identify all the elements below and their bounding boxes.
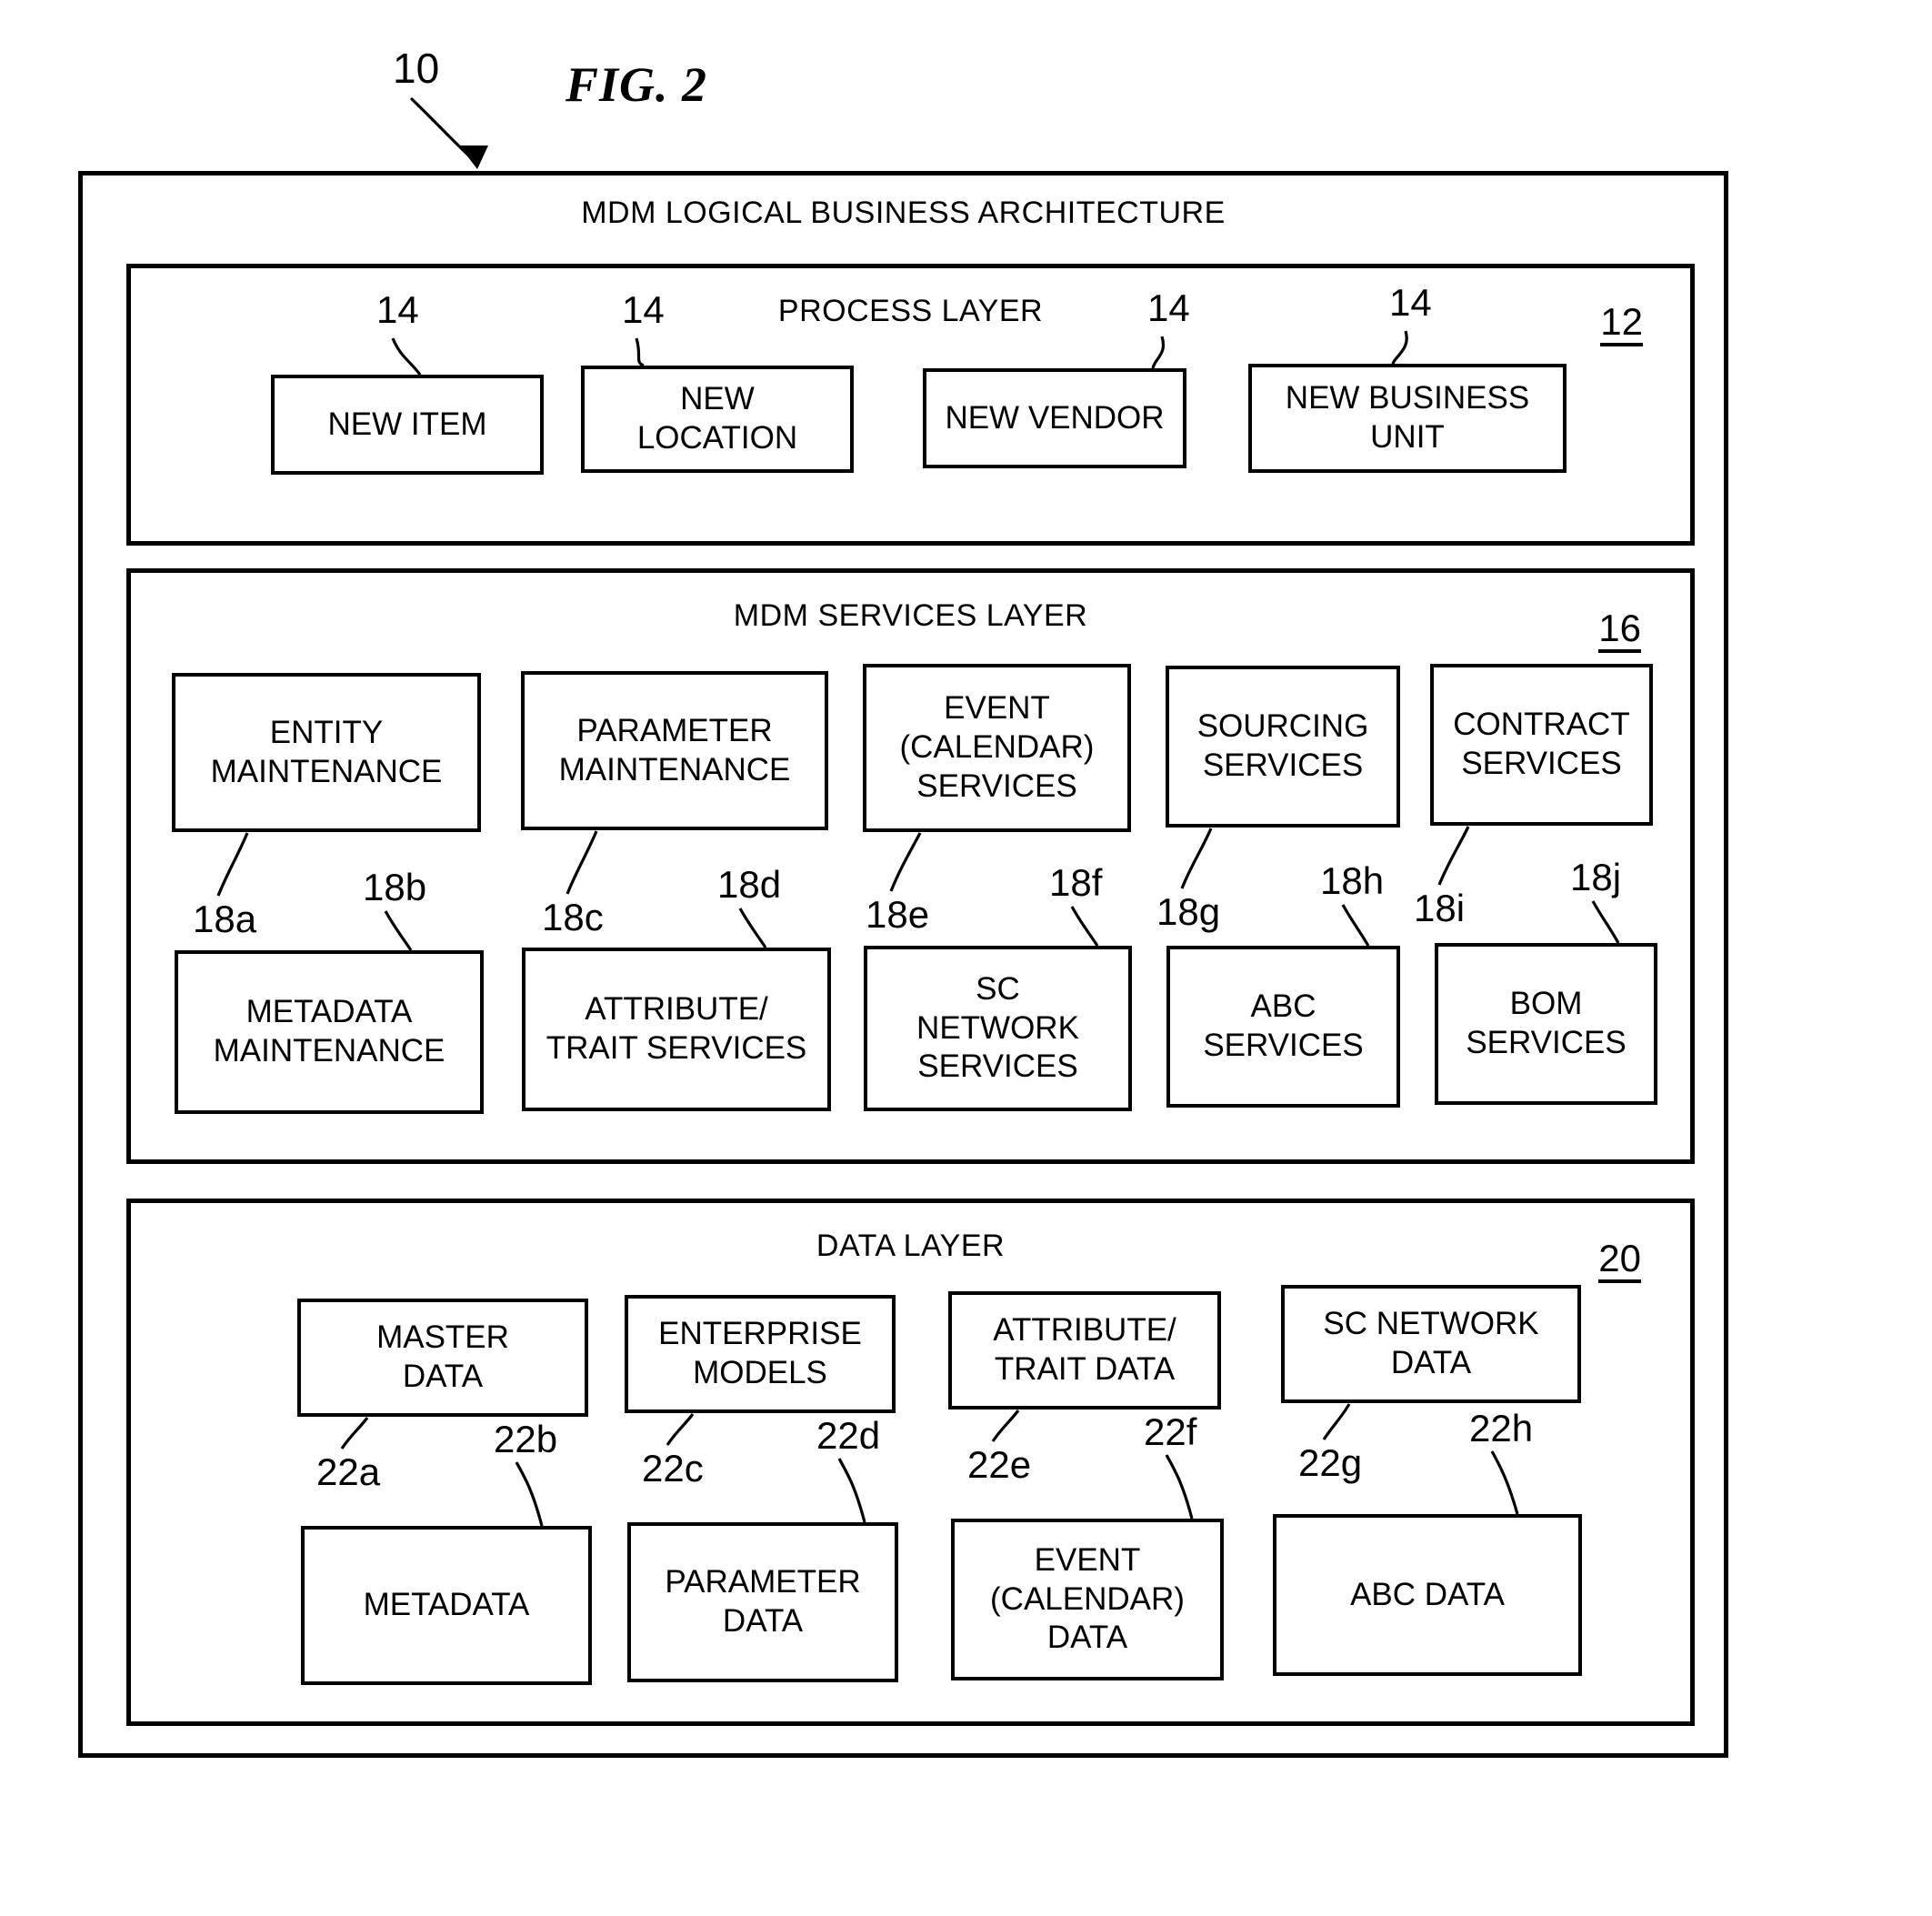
node-line: UNIT bbox=[1370, 419, 1445, 455]
data-node-parameter-data[interactable]: PARAMETER DATA bbox=[627, 1522, 898, 1682]
service-node-event-calendar-services[interactable]: EVENT (CALENDAR) SERVICES bbox=[863, 664, 1131, 832]
data-layer-title: DATA LAYER bbox=[816, 1229, 1006, 1263]
node-line: ABC DATA bbox=[1350, 1576, 1505, 1612]
data-node-sc-network-data[interactable]: SC NETWORK DATA bbox=[1281, 1285, 1581, 1403]
reference-numeral-14-b: 14 bbox=[622, 288, 665, 331]
reference-numeral-18e: 18e bbox=[866, 893, 930, 936]
node-line: SERVICES bbox=[917, 1048, 1078, 1085]
reference-numeral-18b: 18b bbox=[363, 866, 427, 908]
node-line: SERVICES bbox=[1466, 1025, 1627, 1060]
reference-numeral-22e: 22e bbox=[967, 1443, 1032, 1486]
node-line: NEW BUSINESS bbox=[1285, 380, 1530, 416]
reference-numeral-18i: 18i bbox=[1414, 887, 1466, 929]
data-layer-ref: 20 bbox=[1598, 1239, 1641, 1283]
data-node-attribute-trait-data[interactable]: ATTRIBUTE/ TRAIT DATA bbox=[948, 1291, 1221, 1409]
reference-numeral-18g: 18g bbox=[1156, 890, 1221, 933]
node-line: SC bbox=[976, 970, 1020, 1007]
reference-numeral-18h: 18h bbox=[1320, 859, 1385, 902]
data-node-event-calendar-data[interactable]: EVENT (CALENDAR) DATA bbox=[951, 1519, 1224, 1680]
service-node-bom-services[interactable]: BOM SERVICES bbox=[1435, 943, 1657, 1105]
node-line: MODELS bbox=[693, 1355, 827, 1390]
process-node-new-location[interactable]: NEW LOCATION bbox=[581, 366, 854, 473]
reference-numeral-22c: 22c bbox=[642, 1447, 704, 1490]
reference-numeral-18j: 18j bbox=[1570, 856, 1622, 898]
node-line: TRAIT DATA bbox=[994, 1351, 1176, 1387]
node-line: NETWORK bbox=[916, 1009, 1079, 1046]
node-line: DATA bbox=[402, 1359, 484, 1394]
reference-numeral-10: 10 bbox=[393, 45, 440, 92]
reference-numeral-18c: 18c bbox=[542, 896, 604, 938]
node-line: CONTRACT bbox=[1453, 707, 1630, 743]
reference-numeral-14-a: 14 bbox=[376, 288, 419, 331]
node-line: (CALENDAR) bbox=[899, 729, 1095, 766]
node-line: BOM bbox=[1509, 986, 1583, 1022]
reference-numeral-18a: 18a bbox=[193, 898, 257, 940]
node-line: NEW bbox=[680, 381, 755, 417]
figure-title: FIG. 2 bbox=[565, 57, 708, 112]
process-layer-ref: 12 bbox=[1600, 303, 1643, 346]
node-line: LOCATION bbox=[636, 420, 798, 456]
data-node-abc-data[interactable]: ABC DATA bbox=[1273, 1514, 1582, 1676]
node-line: SERVICES bbox=[1202, 747, 1364, 783]
service-node-parameter-maintenance[interactable]: PARAMETER MAINTENANCE bbox=[521, 671, 828, 830]
reference-numeral-22g: 22g bbox=[1298, 1441, 1363, 1484]
data-node-metadata[interactable]: METADATA bbox=[301, 1526, 592, 1685]
node-line: SOURCING bbox=[1196, 708, 1369, 745]
node-line: ATTRIBUTE/ bbox=[993, 1312, 1176, 1349]
reference-numeral-22h: 22h bbox=[1469, 1407, 1534, 1450]
node-line: MASTER bbox=[376, 1319, 509, 1356]
node-line: DATA bbox=[1046, 1620, 1128, 1656]
node-line: ABC bbox=[1250, 988, 1316, 1025]
reference-numeral-18f: 18f bbox=[1049, 861, 1103, 904]
reference-numeral-22a: 22a bbox=[316, 1450, 381, 1493]
node-line: MAINTENANCE bbox=[213, 1033, 445, 1068]
reference-numeral-22b: 22b bbox=[494, 1418, 558, 1460]
data-node-enterprise-models[interactable]: ENTERPRISE MODELS bbox=[625, 1295, 896, 1413]
node-line: MAINTENANCE bbox=[558, 751, 791, 787]
service-node-entity-maintenance[interactable]: ENTITY MAINTENANCE bbox=[172, 673, 481, 832]
service-node-sourcing-services[interactable]: SOURCING SERVICES bbox=[1166, 666, 1400, 828]
services-layer-title: MDM SERVICES LAYER bbox=[733, 598, 1088, 633]
data-node-master-data[interactable]: MASTER DATA bbox=[297, 1299, 588, 1417]
service-node-metadata-maintenance[interactable]: METADATA MAINTENANCE bbox=[175, 950, 484, 1114]
node-line: ENTERPRISE bbox=[658, 1316, 862, 1352]
node-line: SERVICES bbox=[1461, 746, 1622, 781]
process-node-new-business-unit[interactable]: NEW BUSINESS UNIT bbox=[1248, 364, 1567, 473]
service-node-abc-services[interactable]: ABC SERVICES bbox=[1166, 946, 1400, 1108]
reference-numeral-22f: 22f bbox=[1144, 1410, 1197, 1453]
node-line: MAINTENANCE bbox=[210, 753, 443, 789]
node-line: SERVICES bbox=[1203, 1028, 1364, 1063]
node-line: DATA bbox=[722, 1603, 804, 1639]
node-line: NEW ITEM bbox=[327, 406, 487, 442]
node-line: DATA bbox=[1390, 1345, 1472, 1380]
services-layer-ref: 16 bbox=[1598, 609, 1641, 653]
node-line: SERVICES bbox=[916, 767, 1077, 804]
node-line: ENTITY bbox=[269, 714, 384, 750]
node-line: PARAMETER bbox=[576, 712, 773, 748]
service-node-contract-services[interactable]: CONTRACT SERVICES bbox=[1430, 664, 1653, 826]
reference-numeral-14-c: 14 bbox=[1147, 286, 1190, 329]
process-node-new-item[interactable]: NEW ITEM bbox=[271, 375, 544, 475]
reference-numeral-14-d: 14 bbox=[1389, 281, 1432, 324]
arrowhead-10 bbox=[459, 145, 488, 169]
reference-numeral-22d: 22d bbox=[816, 1414, 881, 1457]
node-line: SC NETWORK bbox=[1323, 1306, 1539, 1342]
reference-numeral-18d: 18d bbox=[717, 863, 782, 906]
node-line: METADATA bbox=[245, 994, 413, 1030]
node-line: EVENT bbox=[1034, 1541, 1141, 1578]
architecture-title: MDM LOGICAL BUSINESS ARCHITECTURE bbox=[581, 196, 1226, 230]
service-node-attribute-trait-services[interactable]: ATTRIBUTE/ TRAIT SERVICES bbox=[522, 948, 831, 1111]
process-node-new-vendor[interactable]: NEW VENDOR bbox=[923, 368, 1186, 468]
node-line: ATTRIBUTE/ bbox=[585, 991, 768, 1028]
node-line: TRAIT SERVICES bbox=[546, 1030, 807, 1066]
node-line: PARAMETER bbox=[665, 1564, 861, 1600]
service-node-sc-network-services[interactable]: SC NETWORK SERVICES bbox=[864, 946, 1132, 1111]
node-line: NEW VENDOR bbox=[945, 399, 1165, 436]
node-line: EVENT bbox=[944, 690, 1050, 727]
node-line: (CALENDAR) bbox=[990, 1580, 1185, 1617]
node-line: METADATA bbox=[363, 1587, 530, 1623]
process-layer-title: PROCESS LAYER bbox=[777, 294, 1044, 328]
